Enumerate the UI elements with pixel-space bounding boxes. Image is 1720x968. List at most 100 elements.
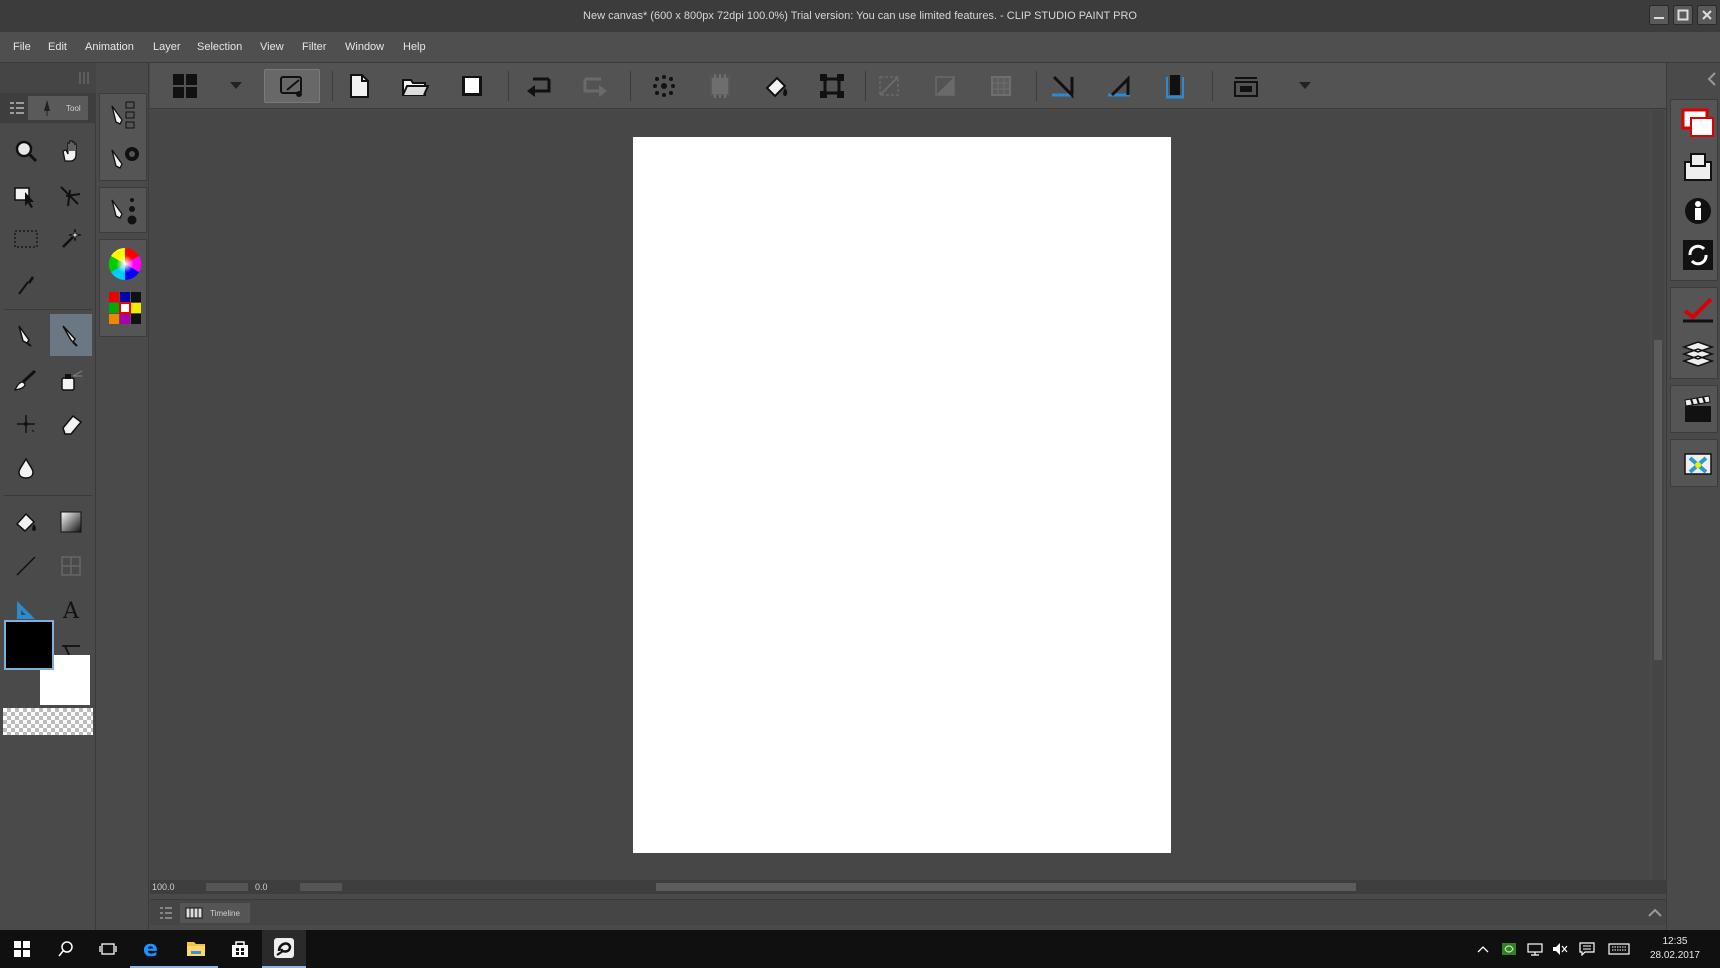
- eraser-tool[interactable]: [50, 403, 92, 445]
- bucket-button[interactable]: [759, 69, 793, 103]
- zoom-value[interactable]: 100.0: [152, 882, 175, 892]
- frame-border-tool[interactable]: [50, 545, 92, 587]
- move-layer-tool[interactable]: [50, 175, 92, 217]
- tray-action-center[interactable]: [1578, 940, 1596, 958]
- tab-tool[interactable]: Tool: [28, 96, 88, 120]
- maximize-icon: [1677, 9, 1689, 21]
- snap-button[interactable]: [1158, 69, 1192, 103]
- fill-button[interactable]: [703, 69, 737, 103]
- workspace-dropdown-button[interactable]: [226, 69, 246, 103]
- collapse-grip-icon[interactable]: [78, 71, 92, 85]
- tray-keyboard[interactable]: [1608, 940, 1630, 958]
- tray-network[interactable]: [1526, 940, 1544, 958]
- operation-tool[interactable]: [5, 175, 47, 217]
- minimize-button[interactable]: [1649, 5, 1669, 25]
- tool-property-button[interactable]: [108, 140, 142, 176]
- gradient-tool[interactable]: [50, 501, 92, 543]
- clear-selection-button[interactable]: [928, 69, 962, 103]
- search-button[interactable]: [44, 930, 88, 968]
- menu-file[interactable]: File: [13, 41, 31, 53]
- command-bar-more-button[interactable]: [1295, 69, 1315, 103]
- menu-layer[interactable]: Layer: [153, 41, 181, 53]
- sub-view-button[interactable]: [1675, 146, 1720, 188]
- decoration-tool[interactable]: [5, 403, 47, 445]
- tray-nvidia[interactable]: [1500, 940, 1518, 958]
- brush-size-button[interactable]: [108, 192, 142, 228]
- transparent-color-swatch[interactable]: [3, 708, 93, 735]
- tray-overflow-button[interactable]: [1474, 940, 1492, 958]
- vertical-scroll-thumb[interactable]: [1654, 340, 1662, 660]
- rotation-value[interactable]: 0.0: [255, 882, 268, 892]
- vertical-scrollbar[interactable]: [1652, 110, 1664, 880]
- ruler-button[interactable]: [1046, 69, 1080, 103]
- auto-action-button[interactable]: [1675, 290, 1720, 332]
- open-button[interactable]: [398, 69, 432, 103]
- eyedropper-tool[interactable]: [5, 263, 47, 305]
- fill-tool[interactable]: [5, 501, 47, 543]
- zoom-tool[interactable]: [5, 130, 47, 172]
- layer-button[interactable]: [1675, 334, 1720, 376]
- zoom-slider[interactable]: [206, 883, 248, 891]
- display-button[interactable]: [1229, 69, 1263, 103]
- menu-view[interactable]: View: [260, 41, 284, 53]
- canvas-area[interactable]: [150, 110, 1650, 880]
- brush-tool[interactable]: [5, 359, 47, 401]
- taskbar-store-button[interactable]: [218, 930, 262, 968]
- hide-selection-button[interactable]: [872, 69, 906, 103]
- main-color-swatch[interactable]: [4, 620, 54, 670]
- clear-button[interactable]: [647, 69, 681, 103]
- blend-tool[interactable]: [5, 447, 47, 489]
- menu-filter[interactable]: Filter: [302, 41, 326, 53]
- canvas-paper[interactable]: [633, 137, 1171, 853]
- horizontal-scroll-thumb[interactable]: [656, 883, 1356, 891]
- clip-studio-button[interactable]: [264, 69, 320, 103]
- pen-tool[interactable]: [5, 314, 47, 356]
- material-button[interactable]: [1675, 234, 1720, 276]
- sub-tool-button[interactable]: [108, 98, 142, 134]
- taskbar-explorer-button[interactable]: [174, 930, 218, 968]
- close-button[interactable]: [1697, 5, 1717, 25]
- hand-tool[interactable]: [50, 130, 92, 172]
- undo-icon: [527, 77, 551, 97]
- start-button[interactable]: [0, 930, 44, 968]
- layer-property-button[interactable]: [1675, 190, 1720, 232]
- taskbar-edge-button[interactable]: e: [130, 930, 174, 968]
- rotation-slider[interactable]: [300, 883, 342, 891]
- redo-button[interactable]: [578, 69, 612, 103]
- menu-selection[interactable]: Selection: [197, 41, 242, 53]
- palette-menu-icon[interactable]: [10, 102, 24, 114]
- perspective-button[interactable]: [1102, 69, 1136, 103]
- text-tool[interactable]: A: [50, 589, 92, 631]
- title-bar: New canvas* (600 x 800px 72dpi 100.0%) T…: [0, 0, 1720, 32]
- taskbar-clock[interactable]: 12:35 28.02.2017: [1650, 935, 1700, 963]
- save-button[interactable]: [455, 69, 489, 103]
- menu-window[interactable]: Window: [345, 41, 384, 53]
- taskbar-clip-studio-button[interactable]: [262, 930, 306, 968]
- color-set-button[interactable]: [107, 290, 143, 326]
- pencil-tool[interactable]: [50, 314, 92, 356]
- figure-tool[interactable]: [5, 545, 47, 587]
- transform-button[interactable]: [815, 69, 849, 103]
- menu-animation[interactable]: Animation: [85, 41, 134, 53]
- menu-edit[interactable]: Edit: [48, 41, 67, 53]
- expand-up-icon[interactable]: [1648, 908, 1662, 918]
- auto-select-tool[interactable]: [50, 218, 92, 260]
- task-view-button[interactable]: [86, 930, 130, 968]
- workspace-button[interactable]: [168, 69, 202, 103]
- navigator-button[interactable]: [1675, 102, 1720, 144]
- menu-help[interactable]: Help: [403, 41, 426, 53]
- undo-button[interactable]: [522, 69, 556, 103]
- material-library-button[interactable]: [1675, 442, 1720, 484]
- tab-timeline[interactable]: Timeline: [180, 903, 250, 923]
- edge-browser-icon: e: [143, 938, 158, 958]
- new-button[interactable]: [342, 69, 376, 103]
- collapse-right-arrow-icon[interactable]: [1707, 71, 1717, 87]
- maximize-button[interactable]: [1673, 5, 1693, 25]
- color-wheel-button[interactable]: [107, 246, 143, 282]
- timeline-menu-icon[interactable]: [160, 907, 172, 919]
- tray-volume[interactable]: [1551, 940, 1569, 958]
- airbrush-tool[interactable]: [50, 359, 92, 401]
- animation-cels-button[interactable]: [1675, 388, 1720, 430]
- crop-button[interactable]: [984, 69, 1018, 103]
- selection-tool[interactable]: [5, 218, 47, 260]
